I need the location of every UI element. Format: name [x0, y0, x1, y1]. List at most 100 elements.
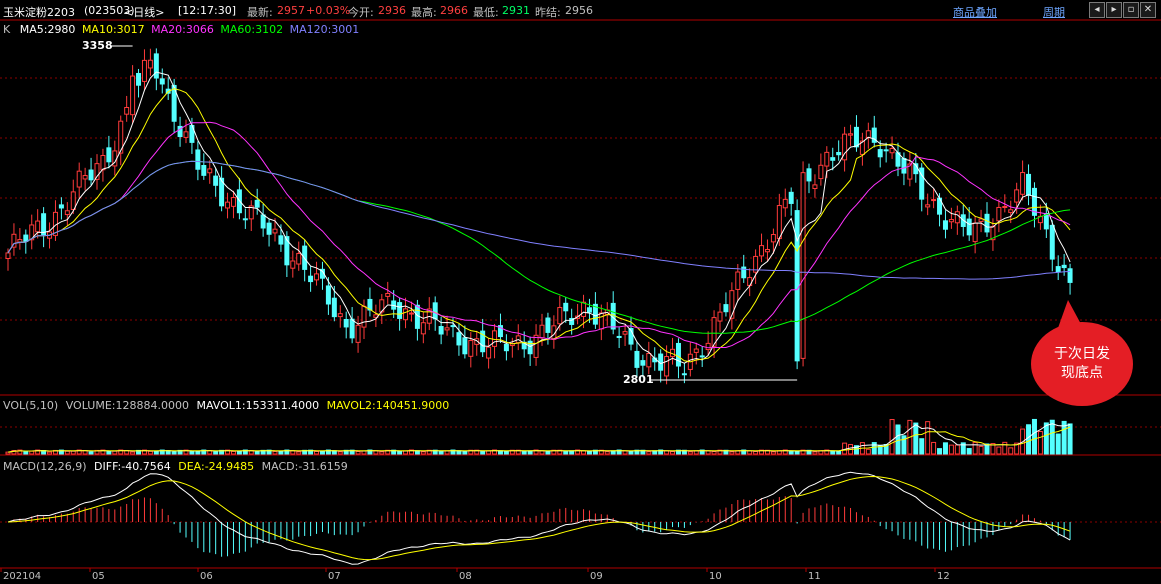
candle-body	[883, 149, 889, 152]
volume-bar	[895, 424, 901, 455]
volume-bar	[438, 451, 444, 455]
vol-title: VOL(5,10)	[3, 399, 59, 412]
candle-body	[931, 199, 937, 202]
volume-bar	[23, 450, 29, 455]
volume-bar	[753, 451, 759, 455]
candle-body	[349, 318, 355, 339]
x-tick-label: 11	[808, 571, 821, 582]
candle-body	[901, 157, 907, 174]
candle-body	[699, 355, 705, 358]
x-tick-label: 05	[92, 571, 105, 582]
macd-title: MACD(12,26,9)	[3, 460, 87, 473]
candle-body	[984, 213, 990, 233]
candle-body	[308, 275, 314, 283]
candle-body	[818, 164, 824, 180]
candle-body	[438, 326, 444, 335]
volume-bar	[355, 450, 361, 455]
legend-ma10: MA10:3017	[81, 23, 145, 36]
volume-bar	[272, 450, 278, 455]
candle-body	[586, 307, 592, 313]
kline-chart[interactable]	[0, 0, 1161, 584]
candle-body	[314, 273, 320, 281]
candle-body	[337, 313, 343, 318]
volume-bar	[106, 450, 112, 455]
candle-body	[723, 304, 729, 313]
candle-body	[420, 322, 426, 335]
macd-diff: DIFF:-40.7564	[94, 460, 171, 473]
bottom-callout: 于次日发 现底点	[1031, 322, 1133, 406]
candle-body	[325, 285, 331, 305]
candle-body	[806, 168, 812, 182]
candle-body	[824, 151, 830, 167]
volume-bar	[503, 451, 509, 455]
candle-body	[563, 302, 569, 312]
volume-bar	[563, 451, 569, 455]
candle-body	[634, 350, 640, 368]
candle-body	[183, 131, 189, 138]
volume-bar	[942, 442, 948, 455]
legend-ma5: MA5:2980	[19, 23, 76, 36]
candle-body	[942, 220, 948, 230]
volume-bar	[337, 451, 343, 455]
candle-body	[35, 220, 41, 233]
volume-bar	[919, 438, 925, 455]
volume-bar	[1055, 433, 1061, 455]
candle-body	[254, 199, 260, 208]
legend-ma120: MA120:3001	[289, 23, 360, 36]
candle-body	[432, 302, 438, 320]
candle-body	[972, 222, 978, 243]
volume-bar	[889, 419, 895, 455]
volume-bar	[420, 451, 426, 455]
candle-body	[1014, 189, 1020, 203]
candle-body	[735, 271, 741, 290]
volume-bar	[545, 451, 551, 455]
candle-body	[124, 106, 130, 115]
volume-bar	[747, 450, 753, 455]
candle-body	[1067, 268, 1073, 283]
candle-body	[1061, 264, 1067, 269]
candle-body	[539, 324, 545, 339]
ma20-line	[7, 121, 1071, 349]
macd-diff-line	[7, 471, 1071, 565]
candle-body	[242, 218, 248, 221]
volume-bar	[925, 421, 931, 455]
volume-bar	[462, 451, 468, 455]
volume-bar	[711, 451, 717, 455]
volume-bar	[622, 450, 628, 455]
candle-body	[788, 191, 794, 204]
volume-bar	[480, 451, 486, 455]
volume-bar	[913, 422, 919, 455]
volume-bar	[978, 445, 984, 455]
candle-body	[58, 204, 64, 209]
legend-ma20: MA20:3066	[151, 23, 214, 36]
candle-body	[1002, 206, 1008, 209]
volume-bar	[230, 450, 236, 455]
candle-body	[130, 75, 136, 116]
candle-body	[640, 360, 646, 366]
legend-ma60: MA60:3102	[220, 23, 284, 36]
candle-body	[141, 59, 147, 82]
volume-bar	[195, 450, 201, 455]
candle-body	[770, 234, 776, 243]
candle-body	[800, 172, 806, 359]
vol-mavol2: MAVOL2:140451.9000	[326, 399, 450, 412]
volume-bar	[871, 442, 877, 455]
candle-body	[1008, 209, 1014, 213]
volume-bar	[954, 444, 960, 455]
volume-bar	[254, 451, 260, 455]
candle-body	[195, 149, 201, 170]
volume-bar	[794, 450, 800, 455]
volume-bar	[296, 451, 302, 455]
candle-body	[284, 236, 290, 266]
volume-bar	[70, 450, 76, 455]
volume-bar	[88, 451, 94, 455]
candle-body	[207, 168, 213, 174]
candle-body	[616, 335, 622, 338]
volume-bar	[966, 448, 972, 455]
candle-body	[88, 169, 94, 181]
volume-bar	[770, 451, 776, 455]
candle-body	[877, 149, 883, 158]
candle-body	[717, 311, 723, 322]
volume-bar	[1043, 422, 1049, 455]
volume-bar	[628, 451, 634, 455]
